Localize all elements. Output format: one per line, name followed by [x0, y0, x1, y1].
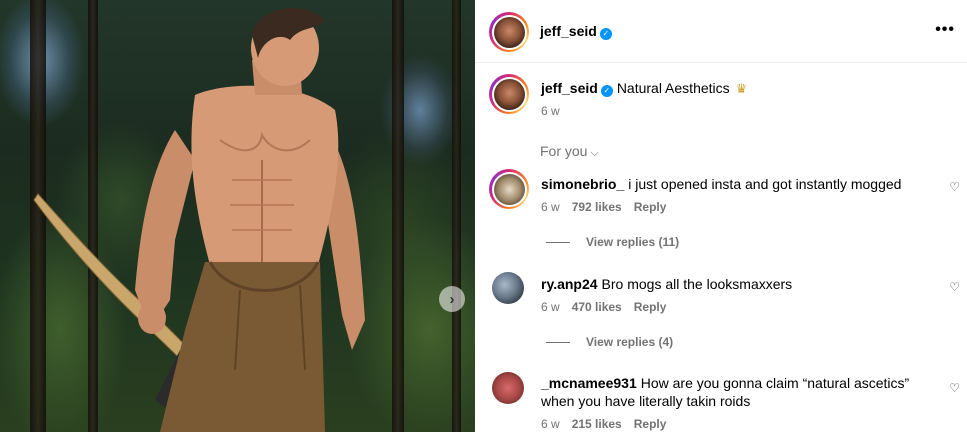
comment-text: ry.anp24 Bro mogs all the looksmaxxers: [541, 275, 792, 293]
comment-age: 6 w: [541, 300, 560, 314]
comment-age: 6 w: [541, 417, 560, 431]
comment-age: 6 w: [541, 200, 560, 214]
more-options-icon[interactable]: •••: [935, 22, 955, 38]
comment-meta: 6 w 792 likes Reply: [541, 200, 666, 214]
crown-icon: ♛: [735, 81, 748, 96]
comment-sort-label: For you: [540, 143, 588, 159]
reply-button[interactable]: Reply: [634, 200, 667, 214]
post-age: 6 w: [541, 104, 560, 118]
like-heart-icon[interactable]: ♡: [949, 280, 960, 294]
reply-button[interactable]: Reply: [634, 300, 667, 314]
verified-badge-icon: ✓: [599, 28, 612, 40]
comment-meta: 6 w 470 likes Reply: [541, 300, 666, 314]
post-header: jeff_seid ✓ •••: [475, 0, 967, 63]
post-caption: jeff_seid ✓ Natural Aesthetics ♛ 6 w: [475, 72, 967, 132]
comment-text: simonebrio_ i just opened insta and got i…: [541, 175, 901, 193]
comment-sort-dropdown[interactable]: For you ⌵: [540, 143, 599, 160]
view-replies-label: View replies (11): [586, 235, 680, 249]
commenter-avatar[interactable]: [489, 169, 529, 209]
caption-text: Natural Aesthetics: [616, 80, 730, 96]
comment-likes[interactable]: 215 likes: [572, 417, 622, 431]
view-replies-label: View replies (4): [586, 335, 674, 349]
commenter-username[interactable]: ry.anp24: [541, 276, 598, 292]
like-heart-icon[interactable]: ♡: [949, 180, 960, 194]
author-avatar[interactable]: [489, 12, 529, 52]
reply-button[interactable]: Reply: [634, 417, 667, 431]
author-name-row: jeff_seid ✓: [540, 23, 612, 41]
caption-author-username[interactable]: jeff_seid: [541, 80, 598, 96]
view-replies-button[interactable]: View replies (4): [546, 335, 673, 349]
next-image-button[interactable]: ›: [439, 286, 465, 312]
comment-text: _mcnamee931 How are you gonna claim “natu…: [541, 374, 921, 410]
chevron-down-icon: ⌵: [590, 147, 599, 159]
chevron-right-icon: ›: [449, 290, 455, 308]
photo-subject: [33, 7, 365, 432]
view-replies-button[interactable]: View replies (11): [546, 235, 679, 249]
comment-body: Bro mogs all the looksmaxxers: [601, 276, 793, 292]
post-panel: jeff_seid ✓ ••• jeff_seid ✓ Natural Aesthet…: [475, 0, 967, 432]
caption-author-avatar[interactable]: [489, 74, 529, 114]
post-image[interactable]: ›: [0, 0, 475, 432]
replies-divider: [546, 242, 570, 244]
verified-badge-icon: ✓: [600, 85, 613, 97]
commenter-avatar[interactable]: [492, 272, 524, 304]
comment-body: i just opened insta and got instantly mo…: [628, 176, 902, 192]
comment-likes[interactable]: 470 likes: [572, 300, 622, 314]
commenter-username[interactable]: _mcnamee931: [541, 375, 637, 391]
replies-divider: [546, 342, 570, 344]
like-heart-icon[interactable]: ♡: [949, 381, 960, 395]
commenter-avatar[interactable]: [492, 372, 524, 404]
commenter-username[interactable]: simonebrio_: [541, 176, 624, 192]
comment-meta: 6 w 215 likes Reply: [541, 417, 666, 431]
caption-text-row: jeff_seid ✓ Natural Aesthetics ♛: [541, 80, 747, 97]
comment-likes[interactable]: 792 likes: [572, 200, 622, 214]
author-username[interactable]: jeff_seid: [540, 23, 597, 39]
